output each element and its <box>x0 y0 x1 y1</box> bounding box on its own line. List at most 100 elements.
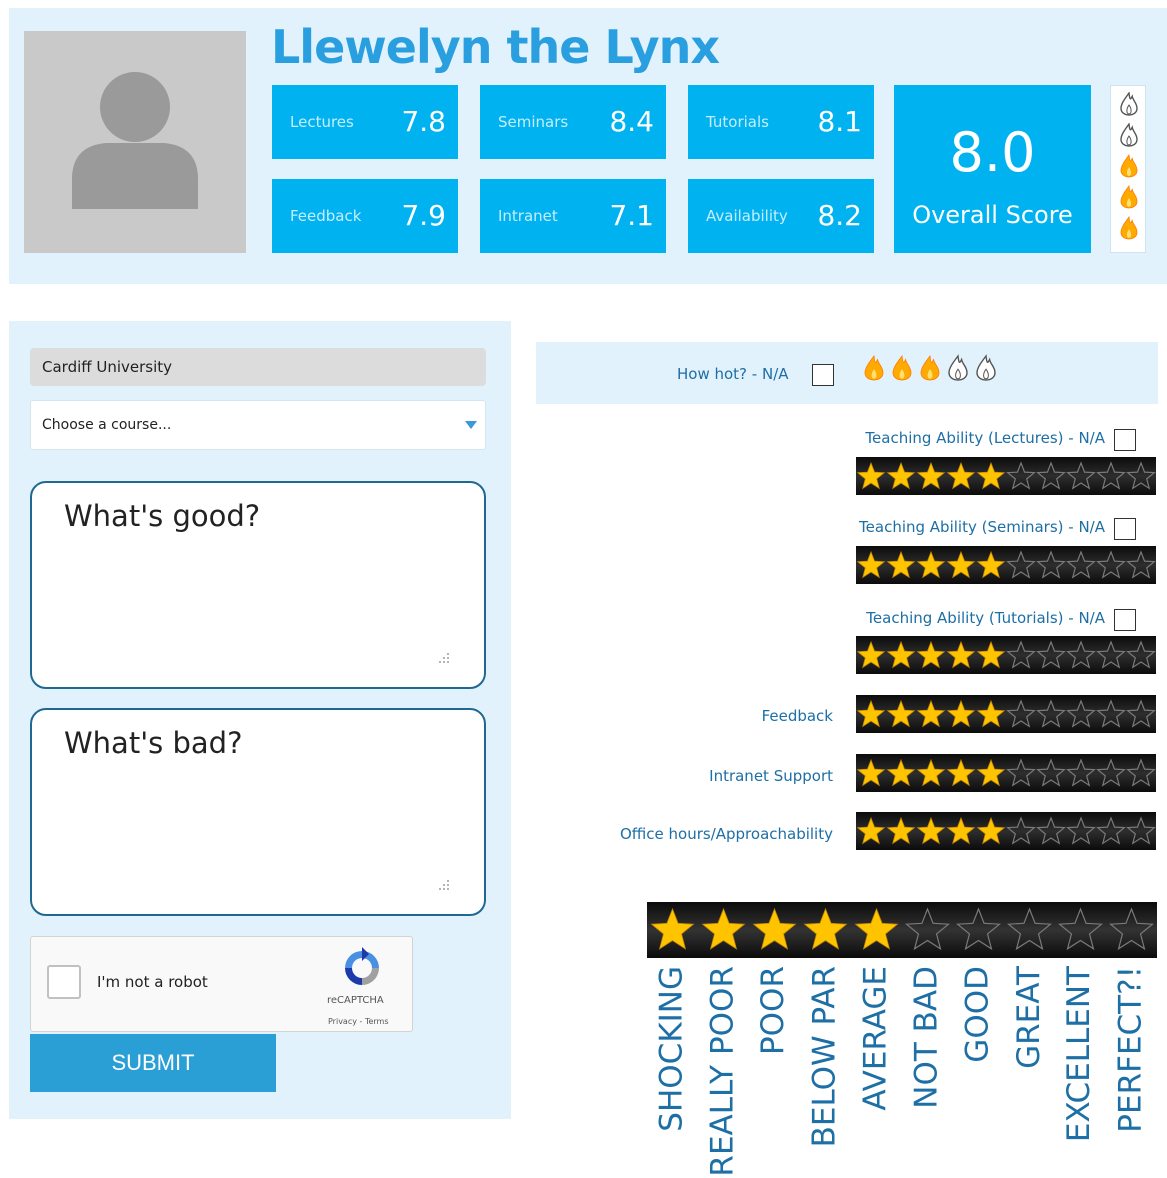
star-filled-icon[interactable] <box>650 907 695 950</box>
star-filled-icon[interactable] <box>752 907 797 950</box>
star-empty-icon[interactable] <box>1006 461 1036 490</box>
star-empty-icon[interactable] <box>1126 550 1156 579</box>
star-rating-tutorials[interactable] <box>856 636 1156 674</box>
star-rating-intranet[interactable] <box>856 754 1156 792</box>
star-empty-icon[interactable] <box>956 907 1001 951</box>
star-empty-icon[interactable] <box>1126 640 1156 669</box>
star-empty-icon[interactable] <box>1096 461 1126 490</box>
star-empty-icon[interactable] <box>1109 907 1154 951</box>
submit-button[interactable]: SUBMIT <box>30 1034 276 1092</box>
star-filled-icon[interactable] <box>916 550 946 579</box>
recaptcha-terms-link[interactable]: Privacy - Terms <box>328 1017 389 1026</box>
star-filled-icon[interactable] <box>976 640 1006 669</box>
star-empty-icon[interactable] <box>1126 816 1156 845</box>
flame-filled-icon[interactable] <box>892 354 912 382</box>
star-rating-seminars[interactable] <box>856 546 1156 584</box>
star-filled-icon[interactable] <box>701 907 746 950</box>
star-empty-icon[interactable] <box>1126 758 1156 787</box>
star-filled-icon[interactable] <box>856 640 886 669</box>
star-empty-icon[interactable] <box>1096 758 1126 787</box>
star-empty-icon[interactable] <box>1096 640 1126 669</box>
star-filled-icon[interactable] <box>886 640 916 669</box>
star-empty-icon[interactable] <box>1007 907 1052 951</box>
star-empty-icon[interactable] <box>1066 461 1096 490</box>
star-filled-icon[interactable] <box>886 461 916 490</box>
star-filled-icon[interactable] <box>856 699 886 728</box>
flame-empty-icon[interactable] <box>976 354 996 382</box>
star-filled-icon[interactable] <box>886 699 916 728</box>
star-empty-icon[interactable] <box>1006 699 1036 728</box>
star-empty-icon[interactable] <box>1096 550 1126 579</box>
star-filled-icon[interactable] <box>916 816 946 845</box>
resize-grip-icon[interactable] <box>436 651 450 665</box>
star-filled-icon[interactable] <box>976 699 1006 728</box>
star-filled-icon[interactable] <box>886 758 916 787</box>
university-value: Cardiff University <box>42 358 173 376</box>
stat-tile-availability: Availability 8.2 <box>688 179 874 253</box>
star-filled-icon[interactable] <box>976 758 1006 787</box>
star-filled-icon[interactable] <box>916 640 946 669</box>
star-filled-icon[interactable] <box>916 699 946 728</box>
scale-label: GREAT <box>1010 966 1050 1178</box>
course-select[interactable]: Choose a course... <box>30 400 486 450</box>
star-empty-icon[interactable] <box>1036 550 1066 579</box>
star-filled-icon[interactable] <box>946 758 976 787</box>
star-filled-icon[interactable] <box>916 461 946 490</box>
star-empty-icon[interactable] <box>1126 461 1156 490</box>
flame-filled-icon[interactable] <box>920 354 940 382</box>
star-empty-icon[interactable] <box>905 907 950 951</box>
star-filled-icon[interactable] <box>916 758 946 787</box>
lectures-na-checkbox[interactable] <box>1114 429 1136 451</box>
star-filled-icon[interactable] <box>854 907 899 950</box>
star-filled-icon[interactable] <box>976 816 1006 845</box>
star-empty-icon[interactable] <box>1066 816 1096 845</box>
star-empty-icon[interactable] <box>1096 699 1126 728</box>
scale-label: GOOD <box>959 966 999 1178</box>
star-empty-icon[interactable] <box>1066 550 1096 579</box>
bad-comment-textarea[interactable]: What's bad? <box>30 708 486 916</box>
seminars-na-checkbox[interactable] <box>1114 518 1136 540</box>
good-comment-textarea[interactable]: What's good? <box>30 481 486 689</box>
star-filled-icon[interactable] <box>946 699 976 728</box>
star-filled-icon[interactable] <box>946 461 976 490</box>
star-filled-icon[interactable] <box>886 816 916 845</box>
star-empty-icon[interactable] <box>1036 758 1066 787</box>
star-empty-icon[interactable] <box>1058 907 1103 951</box>
university-select[interactable]: Cardiff University <box>30 348 486 386</box>
star-empty-icon[interactable] <box>1006 640 1036 669</box>
flame-empty-icon[interactable] <box>948 354 968 382</box>
overall-score-tile: 8.0 Overall Score <box>894 85 1091 253</box>
recaptcha-checkbox[interactable] <box>47 965 81 999</box>
flame-filled-icon[interactable] <box>864 354 884 382</box>
star-filled-icon[interactable] <box>856 758 886 787</box>
star-empty-icon[interactable] <box>1036 816 1066 845</box>
star-filled-icon[interactable] <box>856 550 886 579</box>
stars-graphic <box>856 758 1156 787</box>
star-empty-icon[interactable] <box>1036 461 1066 490</box>
star-filled-icon[interactable] <box>803 907 848 950</box>
star-rating-office-hours[interactable] <box>856 812 1156 850</box>
star-empty-icon[interactable] <box>1066 758 1096 787</box>
star-empty-icon[interactable] <box>1126 699 1156 728</box>
tutorials-na-checkbox[interactable] <box>1114 609 1136 631</box>
hotness-na-checkbox[interactable] <box>812 364 834 386</box>
star-filled-icon[interactable] <box>976 550 1006 579</box>
star-rating-lectures[interactable] <box>856 457 1156 495</box>
resize-grip-icon[interactable] <box>436 878 450 892</box>
star-filled-icon[interactable] <box>976 461 1006 490</box>
star-rating-feedback[interactable] <box>856 695 1156 733</box>
star-empty-icon[interactable] <box>1006 816 1036 845</box>
star-filled-icon[interactable] <box>946 640 976 669</box>
star-empty-icon[interactable] <box>1036 699 1066 728</box>
star-empty-icon[interactable] <box>1006 550 1036 579</box>
star-filled-icon[interactable] <box>946 816 976 845</box>
star-filled-icon[interactable] <box>856 461 886 490</box>
star-empty-icon[interactable] <box>1036 640 1066 669</box>
star-empty-icon[interactable] <box>1066 640 1096 669</box>
star-empty-icon[interactable] <box>1096 816 1126 845</box>
star-empty-icon[interactable] <box>1066 699 1096 728</box>
star-empty-icon[interactable] <box>1006 758 1036 787</box>
star-filled-icon[interactable] <box>946 550 976 579</box>
star-filled-icon[interactable] <box>856 816 886 845</box>
star-filled-icon[interactable] <box>886 550 916 579</box>
